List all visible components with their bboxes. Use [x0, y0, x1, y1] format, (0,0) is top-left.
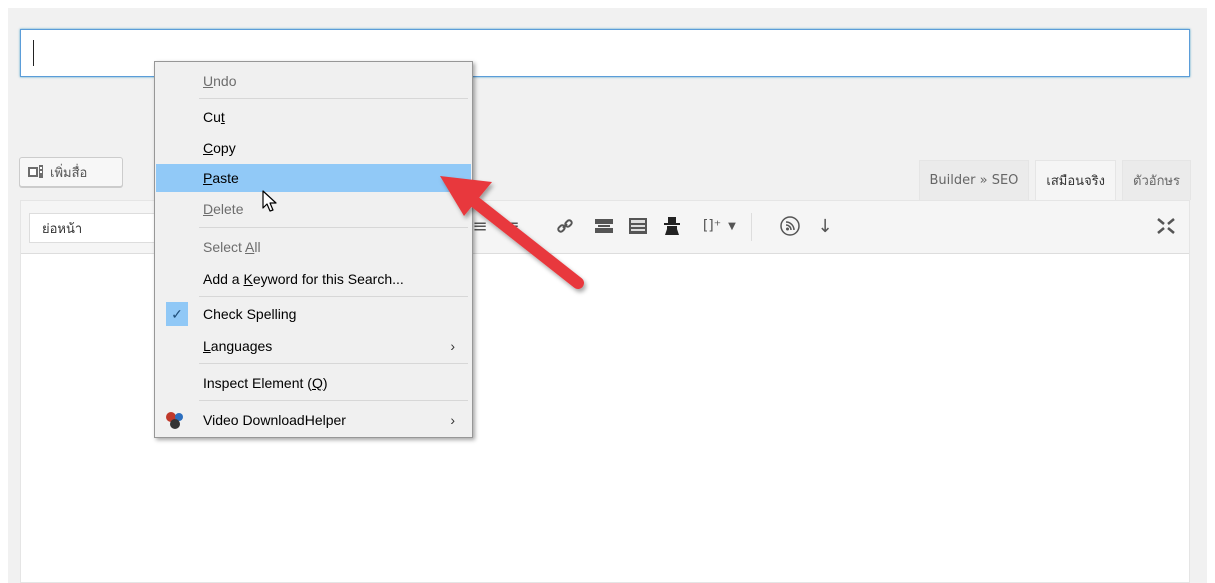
- text-caret: [33, 40, 34, 66]
- menu-item-check-spelling[interactable]: ✓ Check Spelling: [156, 300, 471, 328]
- fullscreen-icon[interactable]: [1155, 215, 1177, 237]
- menu-item-cut[interactable]: Cut: [156, 103, 471, 131]
- menu-separator: [199, 227, 468, 228]
- menu-item-inspect-element[interactable]: Inspect Element (Q): [156, 369, 471, 397]
- menu-separator: [199, 296, 468, 297]
- editor-tabs: Builder » SEO เสมือนจริง ตัวอักษร: [918, 160, 1191, 200]
- menu-item-undo[interactable]: Undo: [156, 67, 471, 95]
- checkmark-icon: ✓: [166, 302, 188, 326]
- arrow-down-icon[interactable]: ↓: [814, 215, 836, 237]
- read-more-icon[interactable]: [593, 215, 615, 237]
- add-media-button[interactable]: เพิ่มสื่อ: [19, 157, 123, 187]
- tab-text[interactable]: ตัวอักษร: [1122, 160, 1191, 200]
- add-media-label: เพิ่มสื่อ: [50, 165, 88, 181]
- context-menu: Undo Cut Copy Paste Delete Select All Ad…: [154, 61, 473, 438]
- shortcode-add-icon[interactable]: []⁺: [701, 215, 723, 237]
- mouse-cursor-icon: [262, 190, 277, 212]
- toolbar-toggle-icon[interactable]: [627, 215, 649, 237]
- add-media-icon: [28, 165, 44, 179]
- menu-item-delete[interactable]: Delete: [156, 195, 471, 223]
- menu-item-video-downloadhelper[interactable]: Video DownloadHelper ›: [156, 406, 471, 434]
- chevron-right-icon: ›: [450, 338, 455, 354]
- dropdown-caret-icon[interactable]: ▼: [721, 215, 743, 237]
- menu-separator: [199, 363, 468, 364]
- menu-item-select-all[interactable]: Select All: [156, 233, 471, 261]
- menu-separator: [199, 400, 468, 401]
- anonymous-user-icon[interactable]: [661, 215, 683, 237]
- toolbar-divider: [751, 213, 752, 241]
- menu-item-paste[interactable]: Paste: [156, 164, 471, 192]
- menu-item-add-keyword[interactable]: Add a Keyword for this Search...: [156, 265, 471, 293]
- video-downloadhelper-icon: [165, 411, 185, 432]
- menu-item-copy[interactable]: Copy: [156, 134, 471, 162]
- rss-icon[interactable]: [779, 215, 801, 237]
- chevron-right-icon: ›: [450, 412, 455, 428]
- menu-separator: [199, 98, 468, 99]
- tab-builder-seo[interactable]: Builder » SEO: [918, 160, 1030, 200]
- tab-visual[interactable]: เสมือนจริง: [1035, 160, 1117, 200]
- red-arrow-icon: [440, 176, 584, 289]
- menu-item-languages[interactable]: Languages ›: [156, 332, 471, 360]
